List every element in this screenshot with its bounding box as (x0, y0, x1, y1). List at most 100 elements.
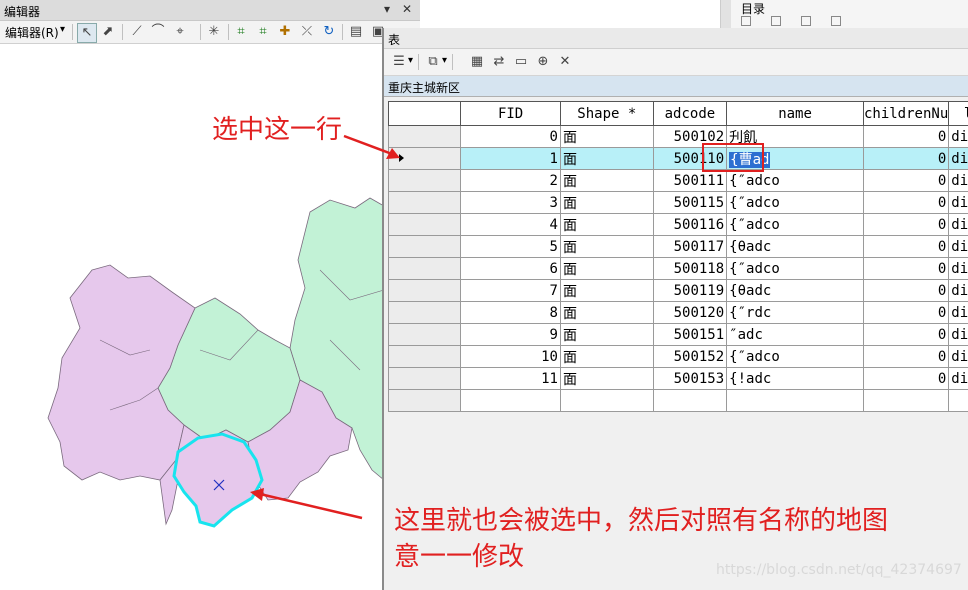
column-header-childrennum[interactable]: childrenNu (862, 101, 950, 126)
cell-adcode[interactable]: 500120 (652, 301, 728, 324)
cell-childrennum[interactable]: 0 (862, 169, 950, 192)
cell-adcode[interactable]: 500115 (652, 191, 728, 214)
attributes-icon[interactable]: ▤ (347, 23, 365, 41)
cell-shape[interactable]: 面 (559, 257, 654, 280)
cell-name[interactable]: {″adco (726, 213, 864, 236)
cell-shape[interactable]: 面 (559, 345, 654, 368)
row-selector[interactable] (387, 323, 462, 346)
cell-shape[interactable]: 面 (559, 191, 654, 214)
table-row[interactable]: 11面500153{!adc0dist (387, 367, 968, 390)
list-by-selection-icon[interactable] (831, 16, 841, 26)
cell-level[interactable]: dist (948, 279, 968, 302)
edit-vertices-icon[interactable]: ⬈ (99, 23, 117, 41)
cell-fid[interactable]: 0 (460, 125, 561, 148)
close-icon[interactable]: ✕ (402, 2, 412, 16)
edit-vertex-icon[interactable]: ⌗ (232, 23, 250, 41)
cell-level[interactable]: dist (948, 235, 968, 258)
clear-selection-icon[interactable]: ▭ (512, 53, 530, 71)
select-by-attributes-icon[interactable]: ▦ (468, 53, 486, 71)
row-selector[interactable] (387, 191, 462, 214)
cell-level[interactable]: dist (948, 301, 968, 324)
cell-childrennum[interactable]: 0 (862, 323, 950, 346)
cell-fid[interactable]: 9 (460, 323, 561, 346)
cell-fid[interactable]: 11 (460, 367, 561, 390)
cell-shape[interactable]: 面 (559, 279, 654, 302)
related-tables-icon[interactable]: ⧉ (424, 53, 442, 71)
cell-level[interactable]: dist (948, 323, 968, 346)
trace-icon[interactable]: ⌖ (171, 23, 189, 41)
split-icon[interactable]: ⤫ (298, 23, 316, 41)
row-selector[interactable] (387, 213, 462, 236)
cell-childrennum[interactable]: 0 (862, 147, 950, 170)
zoom-to-selected-icon[interactable]: ⊕ (534, 53, 552, 71)
cell-fid[interactable]: 2 (460, 169, 561, 192)
row-selector[interactable] (387, 345, 462, 368)
cell-fid[interactable]: 4 (460, 213, 561, 236)
delete-selected-icon[interactable]: ✕ (556, 53, 574, 71)
table-row[interactable]: 9面500151″adc0dist (387, 323, 968, 346)
cell-adcode[interactable]: 500116 (652, 213, 728, 236)
table-options-icon[interactable]: ☰ (390, 53, 408, 71)
table-row[interactable]: 2面500111{″adco0dist (387, 169, 968, 192)
list-by-visibility-icon[interactable] (801, 16, 811, 26)
cut-polygons-icon[interactable]: ✚ (276, 23, 294, 41)
cell-level[interactable]: dist (948, 345, 968, 368)
table-row[interactable]: 0面500102刋飢0dist (387, 125, 968, 148)
cell-adcode[interactable]: 500111 (652, 169, 728, 192)
cell-fid[interactable]: 6 (460, 257, 561, 280)
cell-shape[interactable]: 面 (559, 367, 654, 390)
reshape-feature-icon[interactable]: ⌗ (254, 23, 272, 41)
cell-shape[interactable]: 面 (559, 169, 654, 192)
column-header-shape[interactable]: Shape * (559, 101, 654, 126)
list-by-drawing-order-icon[interactable] (741, 16, 751, 26)
switch-selection-icon[interactable]: ⇄ (490, 53, 508, 71)
chevron-down-icon[interactable]: ▾ (60, 24, 65, 35)
column-header-level[interactable]: l (948, 101, 968, 126)
row-selector[interactable] (387, 279, 462, 302)
layer-tab[interactable]: 重庆主城新区 (384, 76, 968, 97)
cell-name[interactable]: {″rdc (726, 301, 864, 324)
chevron-down-icon[interactable]: ▾ (442, 55, 447, 66)
column-header-fid[interactable]: FID (460, 101, 561, 126)
cell-fid[interactable]: 7 (460, 279, 561, 302)
rotate-icon[interactable]: ↻ (320, 23, 338, 41)
editor-menu-button[interactable]: 编辑器(R) (5, 24, 59, 41)
column-header-adcode[interactable]: adcode (652, 101, 728, 126)
cell-adcode[interactable]: 500119 (652, 279, 728, 302)
cell-shape[interactable]: 面 (559, 213, 654, 236)
table-row[interactable]: 3面500115{″adco0dist (387, 191, 968, 214)
cell-level[interactable]: dist (948, 367, 968, 390)
row-selector[interactable] (387, 257, 462, 280)
cell-level[interactable]: dist (948, 125, 968, 148)
cell-adcode[interactable]: 500118 (652, 257, 728, 280)
edit-tool-icon[interactable]: ↖ (77, 23, 97, 43)
cell-childrennum[interactable]: 0 (862, 279, 950, 302)
cell-childrennum[interactable]: 0 (862, 213, 950, 236)
cell-childrennum[interactable]: 0 (862, 257, 950, 280)
empty-cell[interactable] (726, 389, 864, 412)
cell-adcode[interactable]: 500153 (652, 367, 728, 390)
empty-cell[interactable] (948, 389, 968, 412)
cell-shape[interactable]: 面 (559, 147, 654, 170)
cell-childrennum[interactable]: 0 (862, 191, 950, 214)
table-row-empty[interactable] (387, 389, 968, 412)
table-row[interactable]: 5面500117{θadc0dist (387, 235, 968, 258)
cell-level[interactable]: dist (948, 213, 968, 236)
list-by-source-icon[interactable] (771, 16, 781, 26)
row-selector[interactable] (387, 169, 462, 192)
cell-level[interactable]: dist (948, 257, 968, 280)
column-header-selector[interactable] (387, 101, 462, 126)
cell-name[interactable]: {″adco (726, 345, 864, 368)
cell-adcode[interactable]: 500152 (652, 345, 728, 368)
cell-name[interactable]: {″adco (726, 257, 864, 280)
cell-fid[interactable]: 3 (460, 191, 561, 214)
toc-scrollbar[interactable] (721, 0, 731, 28)
cell-fid[interactable]: 10 (460, 345, 561, 368)
empty-cell[interactable] (387, 389, 462, 412)
chevron-down-icon[interactable]: ▾ (408, 55, 413, 66)
split-tool-icon[interactable]: ✳ (205, 23, 223, 41)
column-header-name[interactable]: name (726, 101, 864, 126)
cell-name[interactable]: {θadc (726, 235, 864, 258)
table-row[interactable]: 10面500152{″adco0dist (387, 345, 968, 368)
cell-childrennum[interactable]: 0 (862, 125, 950, 148)
